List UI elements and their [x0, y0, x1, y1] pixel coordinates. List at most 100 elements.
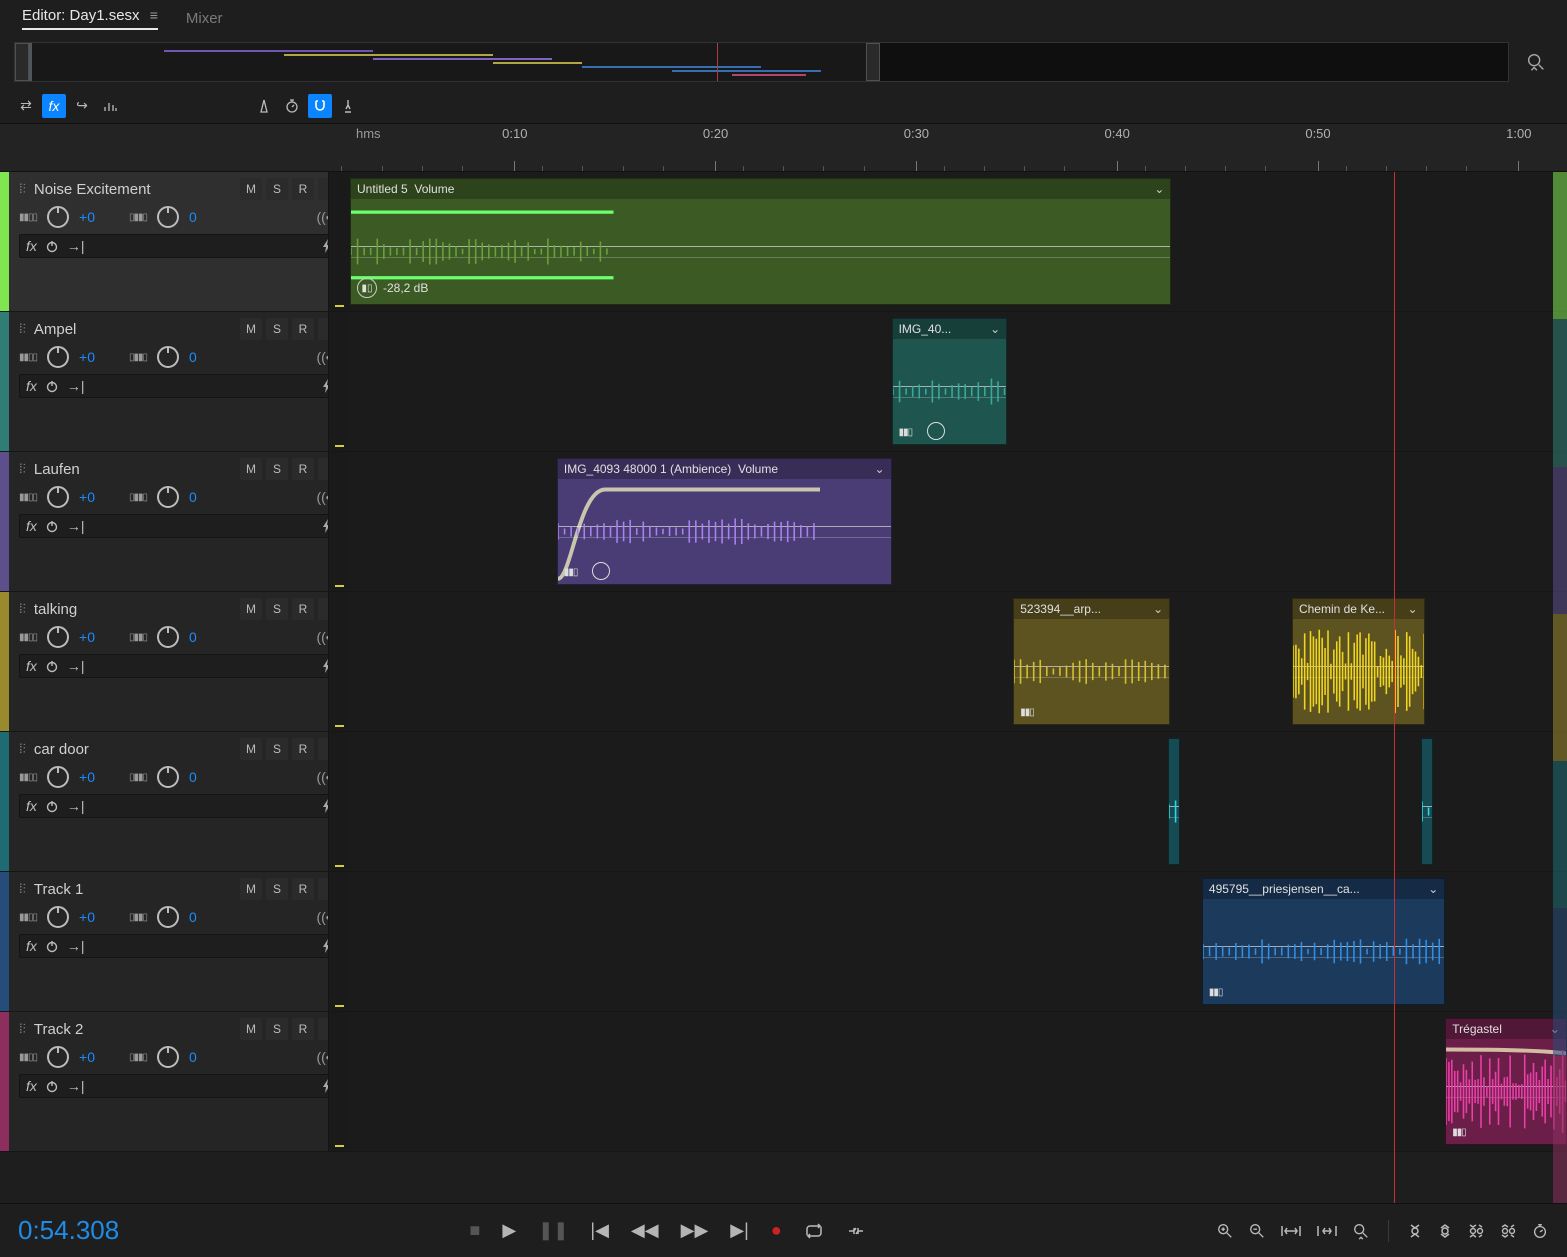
pan-knob[interactable] — [157, 906, 179, 928]
track-lane[interactable]: 523394__arp...⌄▮▮▯ Chemin de Ke...⌄ — [350, 592, 1567, 731]
zoom-v-all-in-icon[interactable] — [1467, 1222, 1485, 1240]
track-header[interactable]: ⁞⫶Noise ExcitementMSRI▮▮▯▯+0▯▮▮▯0((•))fx… — [9, 172, 350, 311]
fx-route-icon[interactable]: →| — [67, 938, 85, 954]
fx-route-icon[interactable]: →| — [67, 518, 85, 534]
tool-send[interactable]: ↪ — [70, 94, 94, 118]
track-lane[interactable]: 495795__priesjensen__ca...⌄▮▮▯ — [350, 872, 1567, 1011]
go-to-end-button[interactable]: ▶| — [730, 1220, 749, 1241]
solo-button[interactable]: S — [266, 738, 288, 760]
audio-clip[interactable]: Trégastel⌄▮▮▯ — [1445, 1018, 1567, 1145]
fx-route-icon[interactable]: →| — [67, 798, 85, 814]
rewind-button[interactable]: ◀◀ — [631, 1220, 659, 1241]
zoom-out-icon[interactable] — [1248, 1222, 1266, 1240]
tool-playhead-return-icon[interactable] — [336, 94, 360, 118]
pan-knob[interactable] — [157, 626, 179, 648]
track-name[interactable]: talking — [34, 601, 232, 618]
audio-clip[interactable]: IMG_4093 48000 1 (Ambience) Volume⌄▮▮▯ — [557, 458, 892, 585]
fx-power-icon[interactable] — [45, 519, 59, 533]
audio-clip[interactable]: 495795__priesjensen__ca...⌄▮▮▯ — [1202, 878, 1445, 1005]
tab-editor[interactable]: Editor: Day1.sesx ≡ — [22, 1, 158, 36]
mute-button[interactable]: M — [240, 178, 262, 200]
skip-selection-button[interactable] — [846, 1223, 866, 1239]
solo-button[interactable]: S — [266, 318, 288, 340]
fx-route-icon[interactable]: →| — [67, 658, 85, 674]
audio-clip[interactable] — [1168, 738, 1180, 865]
chevron-down-icon[interactable]: ⌄ — [1408, 602, 1418, 616]
track-lane[interactable] — [350, 732, 1567, 871]
track-name[interactable]: Track 2 — [34, 1021, 232, 1038]
track-name[interactable]: Ampel — [34, 321, 232, 338]
clip-gain-knob[interactable] — [592, 562, 610, 580]
track-name[interactable]: Noise Excitement — [34, 181, 232, 198]
arm-record-button[interactable]: R — [292, 1018, 314, 1040]
grip-icon[interactable]: ⁞⫶ — [19, 181, 26, 197]
audio-clip[interactable]: 523394__arp...⌄▮▮▯ — [1013, 598, 1170, 725]
volume-knob[interactable] — [47, 1046, 69, 1068]
solo-button[interactable]: S — [266, 598, 288, 620]
play-button[interactable]: ▶ — [502, 1220, 516, 1241]
fx-route-icon[interactable]: →| — [67, 238, 85, 254]
track-lane[interactable]: Untitled 5 Volume⌄▮▯-28,2 dB — [350, 172, 1567, 311]
arm-record-button[interactable]: R — [292, 878, 314, 900]
solo-button[interactable]: S — [266, 878, 288, 900]
pause-button[interactable]: ❚❚ — [538, 1220, 568, 1241]
arm-record-button[interactable]: R — [292, 178, 314, 200]
forward-button[interactable]: ▶▶ — [681, 1220, 709, 1241]
pan-knob[interactable] — [157, 486, 179, 508]
mute-button[interactable]: M — [240, 878, 262, 900]
clip-gain-knob[interactable] — [927, 422, 945, 440]
zoom-v-out-icon[interactable] — [1437, 1222, 1453, 1240]
tool-metronome-icon[interactable] — [252, 94, 276, 118]
volume-knob[interactable] — [47, 906, 69, 928]
track-header[interactable]: ⁞⫶LaufenMSRI▮▮▯▯+0▯▮▮▯0((•))fx→| — [9, 452, 350, 591]
grip-icon[interactable]: ⁞⫶ — [19, 601, 26, 617]
track-header[interactable]: ⁞⫶car doorMSRI▮▮▯▯+0▯▮▮▯0((•))fx→| — [9, 732, 350, 871]
pan-knob[interactable] — [157, 206, 179, 228]
volume-knob[interactable] — [47, 766, 69, 788]
fx-power-icon[interactable] — [45, 799, 59, 813]
zoom-v-all-out-icon[interactable] — [1499, 1222, 1517, 1240]
pan-knob[interactable] — [157, 766, 179, 788]
fx-route-icon[interactable]: →| — [67, 378, 85, 394]
grip-icon[interactable]: ⁞⫶ — [19, 321, 26, 337]
chevron-down-icon[interactable]: ⌄ — [874, 462, 884, 476]
track-header[interactable]: ⁞⫶Track 1MSRI▮▮▯▯+0▯▮▮▯0((•))fx→| — [9, 872, 350, 1011]
fx-power-icon[interactable] — [45, 1079, 59, 1093]
track-name[interactable]: Track 1 — [34, 881, 232, 898]
mute-button[interactable]: M — [240, 318, 262, 340]
grip-icon[interactable]: ⁞⫶ — [19, 1021, 26, 1037]
solo-button[interactable]: S — [266, 178, 288, 200]
tool-eq[interactable] — [98, 94, 122, 118]
go-to-start-button[interactable]: |◀ — [590, 1220, 609, 1241]
playhead[interactable] — [1394, 172, 1395, 1203]
zoom-in-icon[interactable] — [1216, 1222, 1234, 1240]
fx-power-icon[interactable] — [45, 659, 59, 673]
track-lane[interactable]: IMG_40...⌄▮▮▯ — [350, 312, 1567, 451]
track-lane[interactable]: Trégastel⌄▮▮▯ — [350, 1012, 1567, 1151]
solo-button[interactable]: S — [266, 458, 288, 480]
arm-record-button[interactable]: R — [292, 318, 314, 340]
fx-power-icon[interactable] — [45, 939, 59, 953]
zoom-reset-full-icon[interactable] — [1352, 1222, 1370, 1240]
volume-knob[interactable] — [47, 626, 69, 648]
fx-route-icon[interactable]: →| — [67, 1078, 85, 1094]
audio-clip[interactable]: Chemin de Ke...⌄ — [1292, 598, 1425, 725]
track-header[interactable]: ⁞⫶AmpelMSRI▮▮▯▯+0▯▮▮▯0((•))fx→| — [9, 312, 350, 451]
track-name[interactable]: Laufen — [34, 461, 232, 478]
loop-button[interactable] — [804, 1223, 824, 1239]
zoom-reset-icon[interactable] — [1519, 45, 1553, 79]
arm-record-button[interactable]: R — [292, 458, 314, 480]
volume-knob[interactable] — [47, 346, 69, 368]
chevron-down-icon[interactable]: ⌄ — [990, 322, 1000, 336]
fx-power-icon[interactable] — [45, 239, 59, 253]
arm-record-button[interactable]: R — [292, 598, 314, 620]
zoom-fit-sel-icon[interactable] — [1316, 1223, 1338, 1239]
tab-menu-icon[interactable]: ≡ — [150, 7, 158, 23]
record-button[interactable]: ● — [771, 1220, 782, 1241]
track-header[interactable]: ⁞⫶Track 2MSRI▮▮▯▯+0▯▮▮▯0((•))fx→| — [9, 1012, 350, 1151]
mute-button[interactable]: M — [240, 598, 262, 620]
grip-icon[interactable]: ⁞⫶ — [19, 881, 26, 897]
volume-knob[interactable] — [47, 206, 69, 228]
clip-gain-badge[interactable]: ▮▯-28,2 dB — [357, 278, 428, 298]
mute-button[interactable]: M — [240, 738, 262, 760]
